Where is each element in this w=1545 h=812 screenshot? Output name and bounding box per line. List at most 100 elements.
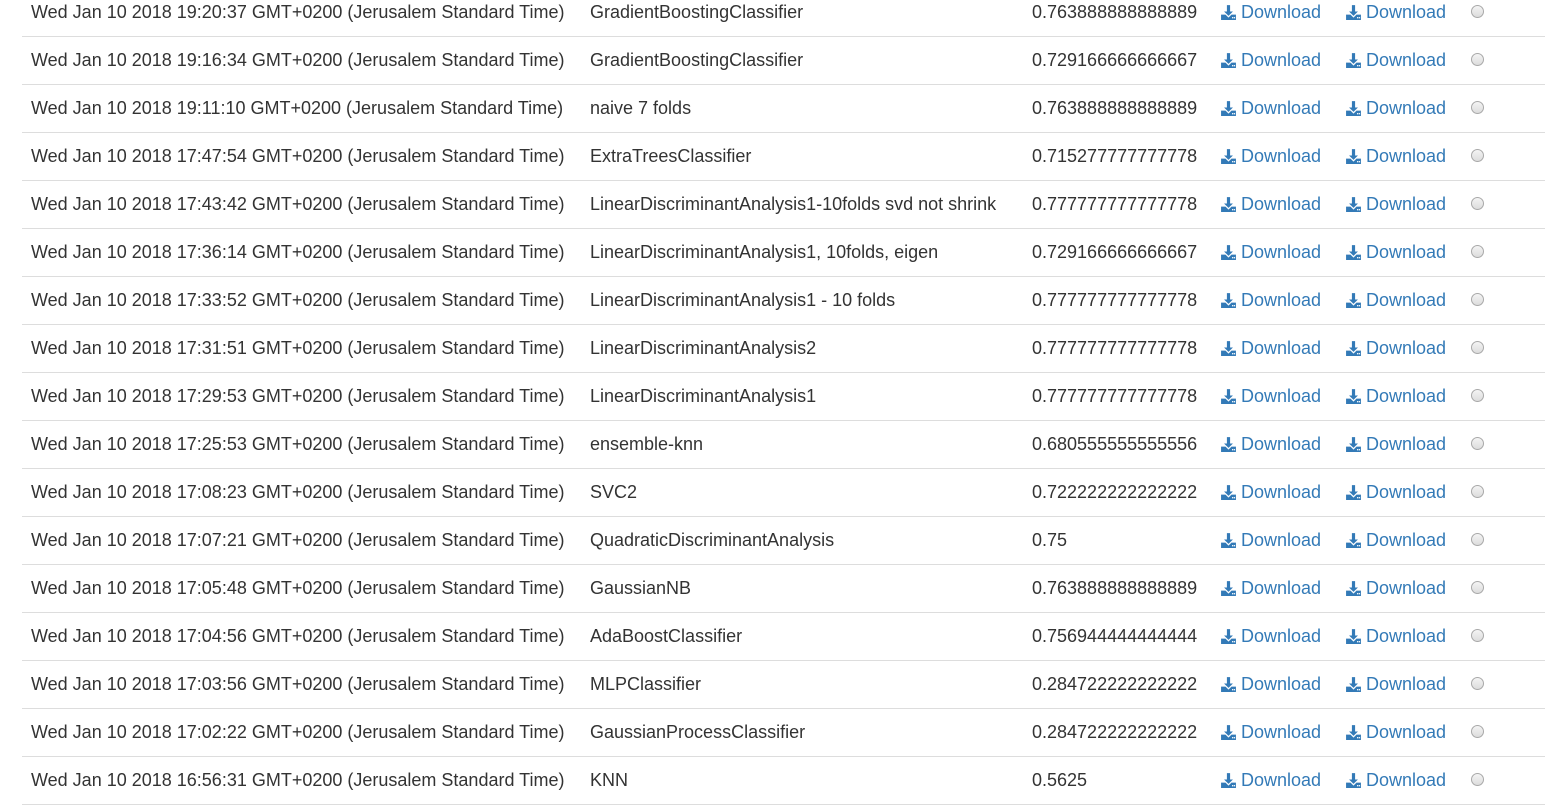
download-link-2[interactable]: Download [1345, 194, 1446, 215]
download-link-2[interactable]: Download [1345, 578, 1446, 599]
download-icon [1346, 389, 1361, 404]
submission-date: Wed Jan 10 2018 17:08:23 GMT+0200 (Jerus… [31, 482, 565, 502]
select-radio[interactable] [1471, 101, 1484, 114]
download-label: Download [1241, 626, 1322, 646]
download-label: Download [1241, 770, 1322, 790]
download-link-1[interactable]: Download [1220, 434, 1321, 455]
download-link-1[interactable]: Download [1220, 578, 1321, 599]
download-link-1[interactable]: Download [1220, 242, 1321, 263]
download-link-1[interactable]: Download [1220, 482, 1321, 503]
download-link-1[interactable]: Download [1220, 98, 1321, 119]
select-radio[interactable] [1471, 725, 1484, 738]
radio-button[interactable] [1471, 389, 1484, 402]
radio-button[interactable] [1471, 629, 1484, 642]
download-icon [1346, 725, 1361, 740]
table-row: Wed Jan 10 2018 17:08:23 GMT+0200 (Jerus… [22, 469, 1545, 517]
download-label: Download [1366, 674, 1447, 694]
select-radio[interactable] [1471, 533, 1484, 546]
download-label: Download [1241, 2, 1322, 22]
download-icon [1221, 581, 1236, 596]
download-link-2[interactable]: Download [1345, 434, 1446, 455]
select-radio[interactable] [1471, 53, 1484, 66]
select-radio[interactable] [1471, 197, 1484, 210]
select-radio[interactable] [1471, 341, 1484, 354]
select-radio[interactable] [1471, 629, 1484, 642]
submission-name: SVC2 [590, 482, 638, 502]
download-link-2[interactable]: Download [1345, 242, 1446, 263]
download-link-2[interactable]: Download [1345, 2, 1446, 23]
table-row: Wed Jan 10 2018 17:33:52 GMT+0200 (Jerus… [22, 277, 1545, 325]
radio-button[interactable] [1471, 5, 1484, 18]
download-link-2[interactable]: Download [1345, 626, 1446, 647]
select-radio[interactable] [1471, 581, 1484, 594]
download-link-2[interactable]: Download [1345, 50, 1446, 71]
download-icon [1346, 197, 1361, 212]
download-link-1[interactable]: Download [1220, 338, 1321, 359]
download-label: Download [1366, 530, 1447, 550]
download-link-1[interactable]: Download [1220, 530, 1321, 551]
radio-button[interactable] [1471, 293, 1484, 306]
select-radio[interactable] [1471, 773, 1484, 786]
download-link-1[interactable]: Download [1220, 674, 1321, 695]
radio-button[interactable] [1471, 197, 1484, 210]
download-link-1[interactable]: Download [1220, 194, 1321, 215]
select-radio[interactable] [1471, 5, 1484, 18]
radio-button[interactable] [1471, 245, 1484, 258]
download-link-1[interactable]: Download [1220, 146, 1321, 167]
download-link-1[interactable]: Download [1220, 50, 1321, 71]
radio-button[interactable] [1471, 485, 1484, 498]
download-link-2[interactable]: Download [1345, 146, 1446, 167]
select-radio[interactable] [1471, 149, 1484, 162]
select-radio[interactable] [1471, 485, 1484, 498]
download-link-2[interactable]: Download [1345, 98, 1446, 119]
submission-name: GaussianNB [590, 578, 692, 598]
download-icon [1221, 293, 1236, 308]
submission-score: 0.75 [1032, 530, 1068, 550]
radio-button[interactable] [1471, 149, 1484, 162]
download-label: Download [1241, 146, 1322, 166]
download-icon [1221, 101, 1236, 116]
submission-score: 0.777777777777778 [1032, 338, 1198, 358]
radio-button[interactable] [1471, 341, 1484, 354]
download-link-1[interactable]: Download [1220, 386, 1321, 407]
select-radio[interactable] [1471, 245, 1484, 258]
submissions-table: Wed Jan 10 2018 19:20:37 GMT+0200 (Jerus… [22, 0, 1545, 805]
download-link-2[interactable]: Download [1345, 530, 1446, 551]
table-row: Wed Jan 10 2018 19:20:37 GMT+0200 (Jerus… [22, 0, 1545, 37]
download-label: Download [1241, 722, 1322, 742]
download-link-2[interactable]: Download [1345, 386, 1446, 407]
select-radio[interactable] [1471, 437, 1484, 450]
submission-date: Wed Jan 10 2018 17:33:52 GMT+0200 (Jerus… [31, 290, 565, 310]
download-link-1[interactable]: Download [1220, 626, 1321, 647]
select-radio[interactable] [1471, 389, 1484, 402]
download-link-2[interactable]: Download [1345, 674, 1446, 695]
download-label: Download [1366, 194, 1447, 214]
download-icon [1221, 5, 1236, 20]
table-row: Wed Jan 10 2018 17:36:14 GMT+0200 (Jerus… [22, 229, 1545, 277]
radio-button[interactable] [1471, 725, 1484, 738]
download-label: Download [1366, 338, 1447, 358]
select-radio[interactable] [1471, 293, 1484, 306]
download-link-1[interactable]: Download [1220, 290, 1321, 311]
download-icon [1221, 197, 1236, 212]
submission-score: 0.715277777777778 [1032, 146, 1198, 166]
radio-button[interactable] [1471, 53, 1484, 66]
radio-button[interactable] [1471, 101, 1484, 114]
radio-button[interactable] [1471, 677, 1484, 690]
download-link-2[interactable]: Download [1345, 770, 1446, 791]
submission-name: QuadraticDiscriminantAnalysis [590, 530, 835, 550]
download-link-1[interactable]: Download [1220, 722, 1321, 743]
radio-button[interactable] [1471, 581, 1484, 594]
table-row: Wed Jan 10 2018 17:04:56 GMT+0200 (Jerus… [22, 613, 1545, 661]
download-icon [1221, 485, 1236, 500]
select-radio[interactable] [1471, 677, 1484, 690]
download-link-2[interactable]: Download [1345, 722, 1446, 743]
download-link-2[interactable]: Download [1345, 290, 1446, 311]
radio-button[interactable] [1471, 533, 1484, 546]
radio-button[interactable] [1471, 773, 1484, 786]
download-link-2[interactable]: Download [1345, 338, 1446, 359]
download-link-1[interactable]: Download [1220, 2, 1321, 23]
radio-button[interactable] [1471, 437, 1484, 450]
download-link-1[interactable]: Download [1220, 770, 1321, 791]
download-link-2[interactable]: Download [1345, 482, 1446, 503]
